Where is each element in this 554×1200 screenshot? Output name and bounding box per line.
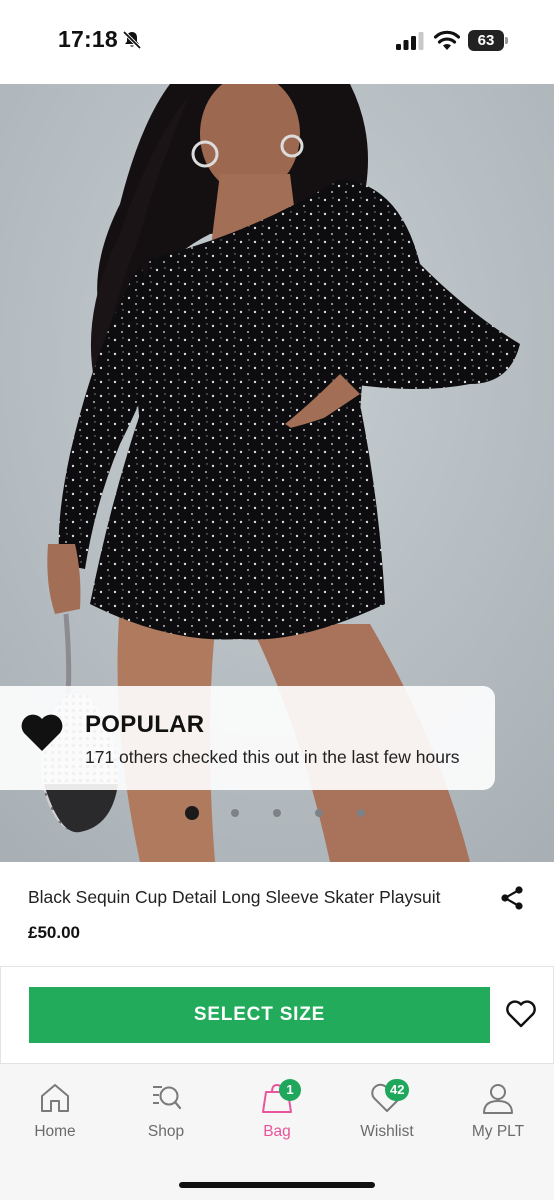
heart-outline-icon[interactable] [505, 999, 537, 1029]
status-bar: 17:18 63 [0, 0, 554, 84]
product-name: Black Sequin Cup Detail Long Sleeve Skat… [28, 887, 441, 907]
wifi-icon [434, 30, 460, 50]
tab-bag[interactable]: 1 Bag [232, 1079, 322, 1145]
tab-label: Bag [263, 1123, 291, 1140]
heart-filled-icon [21, 714, 63, 751]
tab-label: Shop [147, 1123, 185, 1140]
tab-my-plt[interactable]: My PLT [453, 1081, 543, 1145]
carousel-dot[interactable] [315, 809, 323, 817]
status-time: 17:18 [58, 26, 118, 52]
carousel-dot[interactable] [357, 809, 365, 817]
home-icon [41, 1084, 69, 1112]
carousel-indicator[interactable] [185, 806, 385, 820]
battery-icon: 63 [468, 30, 508, 51]
popular-title: POPULAR [85, 711, 205, 738]
popular-text: 171 others checked this out in the last … [85, 747, 460, 767]
bag-count-badge: 1 [279, 1079, 301, 1101]
battery-level: 63 [468, 30, 504, 51]
wishlist-count-badge: 42 [385, 1079, 410, 1101]
tab-label: Wishlist [360, 1123, 414, 1140]
user-icon [483, 1084, 513, 1114]
carousel-dot[interactable] [185, 806, 199, 820]
tab-home[interactable]: Home [10, 1081, 100, 1145]
search-icon [153, 1086, 182, 1110]
signal-icon [396, 32, 424, 50]
tab-wishlist[interactable]: 42 Wishlist [342, 1079, 432, 1145]
home-indicator [179, 1182, 375, 1188]
carousel-dot[interactable] [231, 809, 239, 817]
tab-label: Home [34, 1123, 76, 1140]
carousel-dot[interactable] [273, 809, 281, 817]
select-size-button[interactable]: SELECT SIZE [29, 987, 490, 1043]
share-icon[interactable] [499, 885, 525, 911]
bell-slash-icon [122, 30, 142, 50]
popular-banner [0, 686, 495, 790]
product-price: £50.00 [28, 923, 80, 942]
tab-label: My PLT [471, 1123, 525, 1140]
tab-shop[interactable]: Shop [121, 1081, 211, 1145]
